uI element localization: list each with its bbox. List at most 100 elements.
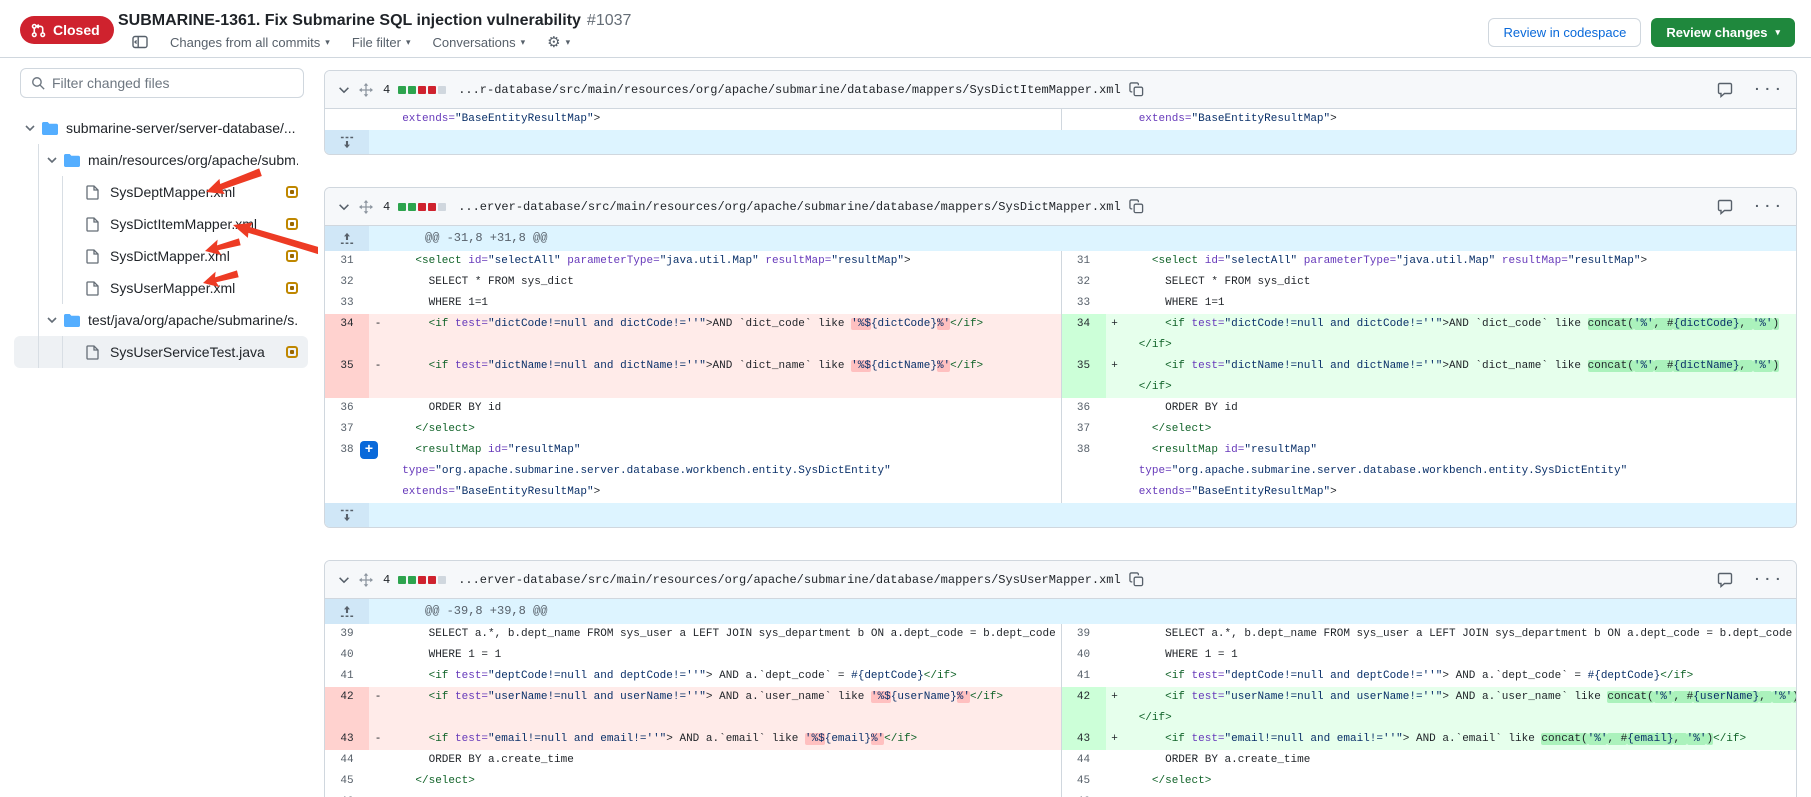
sidebar-file-sysuserservicetest-java[interactable]: SysUserServiceTest.java	[14, 336, 308, 368]
diff-sign	[1106, 293, 1124, 314]
folder-icon	[64, 313, 80, 327]
file-filter-input[interactable]	[52, 75, 293, 91]
diff-row: </if>	[325, 708, 1796, 729]
line-number[interactable]: 39	[1062, 624, 1106, 645]
file-path[interactable]: ...erver-database/src/main/resources/org…	[458, 200, 1121, 214]
collapse-file-chevron-icon[interactable]	[337, 573, 351, 587]
file-path[interactable]: ...r-database/src/main/resources/org/apa…	[458, 83, 1121, 97]
line-number[interactable]	[325, 109, 369, 130]
comment-icon[interactable]	[1717, 82, 1733, 98]
line-number[interactable]: 46	[325, 792, 369, 797]
sidebar-toggle-icon[interactable]	[132, 34, 148, 50]
diff-sign	[1106, 109, 1124, 130]
comment-icon[interactable]	[1717, 199, 1733, 215]
gear-icon: ⚙	[547, 33, 560, 51]
sidebar-folder-submarine-server-server-database-[interactable]: submarine-server/server-database/...	[14, 112, 308, 144]
line-number[interactable]: 37	[325, 419, 369, 440]
line-number[interactable]	[325, 708, 369, 729]
conversations-dropdown[interactable]: Conversations▾	[432, 35, 525, 50]
line-number[interactable]: 34	[325, 314, 369, 335]
line-number[interactable]: 37	[1062, 419, 1106, 440]
line-number[interactable]: 42	[325, 687, 369, 708]
chevron-down-icon[interactable]	[22, 122, 38, 134]
line-number[interactable]: 40	[1062, 645, 1106, 666]
kebab-menu-icon[interactable]: ···	[1753, 82, 1784, 98]
collapse-file-chevron-icon[interactable]	[337, 83, 351, 97]
sidebar-folder-main-resources-org-apache-subm-[interactable]: main/resources/org/apache/subm...	[14, 144, 308, 176]
diff-old-side: 38+ <resultMap id="resultMap"	[325, 440, 1061, 461]
sidebar-folder-test-java-org-apache-submarine-s-[interactable]: test/java/org/apache/submarine/s...	[14, 304, 308, 336]
expand-up-button[interactable]	[325, 226, 369, 251]
diff-settings-dropdown[interactable]: ⚙▾	[547, 33, 570, 51]
sidebar-file-sysdeptmapper-xml[interactable]: SysDeptMapper.xml	[14, 176, 308, 208]
line-number[interactable]: 46	[1062, 792, 1106, 797]
line-number[interactable]: 44	[1062, 750, 1106, 771]
drag-file-handle-icon[interactable]	[359, 573, 373, 587]
line-number[interactable]: 45	[1062, 771, 1106, 792]
review-in-codespace-button[interactable]: Review in codespace	[1488, 18, 1641, 47]
line-number[interactable]: 43	[1062, 729, 1106, 750]
file-filter-box[interactable]	[20, 68, 304, 98]
drag-file-handle-icon[interactable]	[359, 83, 373, 97]
file-icon	[86, 345, 102, 360]
kebab-menu-icon[interactable]: ···	[1753, 199, 1784, 215]
collapse-file-chevron-icon[interactable]	[337, 200, 351, 214]
line-number[interactable]: 33	[325, 293, 369, 314]
diff-new-side: 34+ <if test="dictCode!=null and dictCod…	[1061, 314, 1797, 335]
line-number[interactable]: 31	[325, 251, 369, 272]
folder-icon	[42, 121, 58, 135]
line-number[interactable]	[325, 461, 369, 482]
line-number[interactable]	[325, 377, 369, 398]
line-number[interactable]	[1062, 335, 1106, 356]
line-number[interactable]: 35	[325, 356, 369, 377]
line-number[interactable]	[1062, 461, 1106, 482]
diff-sign	[369, 792, 387, 797]
review-changes-button[interactable]: Review changes▾	[1651, 18, 1795, 47]
line-number[interactable]	[325, 482, 369, 503]
line-number[interactable]	[325, 335, 369, 356]
line-number[interactable]: 41	[325, 666, 369, 687]
line-number[interactable]: 38+	[325, 440, 369, 461]
line-number[interactable]	[1062, 109, 1106, 130]
expand-down-button[interactable]	[325, 503, 369, 527]
line-number[interactable]: 31	[1062, 251, 1106, 272]
expand-up-button[interactable]	[325, 599, 369, 624]
add-line-comment-button[interactable]: +	[360, 441, 378, 459]
diff-old-side: 31 <select id="selectAll" parameterType=…	[325, 251, 1061, 272]
changes-from-dropdown[interactable]: Changes from all commits▾	[170, 35, 330, 50]
line-number[interactable]: 44	[325, 750, 369, 771]
line-number[interactable]: 38	[1062, 440, 1106, 461]
line-number[interactable]: 36	[325, 398, 369, 419]
line-number[interactable]: 32	[325, 272, 369, 293]
line-number[interactable]: 45	[325, 771, 369, 792]
line-number[interactable]: 39	[325, 624, 369, 645]
copy-path-icon[interactable]	[1129, 572, 1144, 587]
sidebar-file-sysdictmapper-xml[interactable]: SysDictMapper.xml	[14, 240, 308, 272]
line-number[interactable]: 40	[325, 645, 369, 666]
line-number[interactable]: 43	[325, 729, 369, 750]
line-number[interactable]	[1062, 482, 1106, 503]
line-number[interactable]	[1062, 708, 1106, 729]
kebab-menu-icon[interactable]: ···	[1753, 572, 1784, 588]
line-number[interactable]: 41	[1062, 666, 1106, 687]
sidebar-file-sysusermapper-xml[interactable]: SysUserMapper.xml	[14, 272, 308, 304]
sidebar-file-sysdictitemmapper-xml[interactable]: SysDictItemMapper.xml	[14, 208, 308, 240]
chevron-down-icon[interactable]	[44, 314, 60, 326]
copy-path-icon[interactable]	[1129, 199, 1144, 214]
file-filter-dropdown[interactable]: File filter▾	[352, 35, 411, 50]
copy-path-icon[interactable]	[1129, 82, 1144, 97]
tree-item-label: submarine-server/server-database/...	[66, 120, 296, 136]
file-path[interactable]: ...erver-database/src/main/resources/org…	[458, 573, 1121, 587]
line-number[interactable]	[1062, 377, 1106, 398]
code-line: </if>	[1124, 335, 1797, 356]
expand-down-button[interactable]	[325, 130, 369, 154]
line-number[interactable]: 42	[1062, 687, 1106, 708]
drag-file-handle-icon[interactable]	[359, 200, 373, 214]
line-number[interactable]: 36	[1062, 398, 1106, 419]
line-number[interactable]: 35	[1062, 356, 1106, 377]
line-number[interactable]: 32	[1062, 272, 1106, 293]
line-number[interactable]: 33	[1062, 293, 1106, 314]
line-number[interactable]: 34	[1062, 314, 1106, 335]
chevron-down-icon[interactable]	[44, 154, 60, 166]
comment-icon[interactable]	[1717, 572, 1733, 588]
